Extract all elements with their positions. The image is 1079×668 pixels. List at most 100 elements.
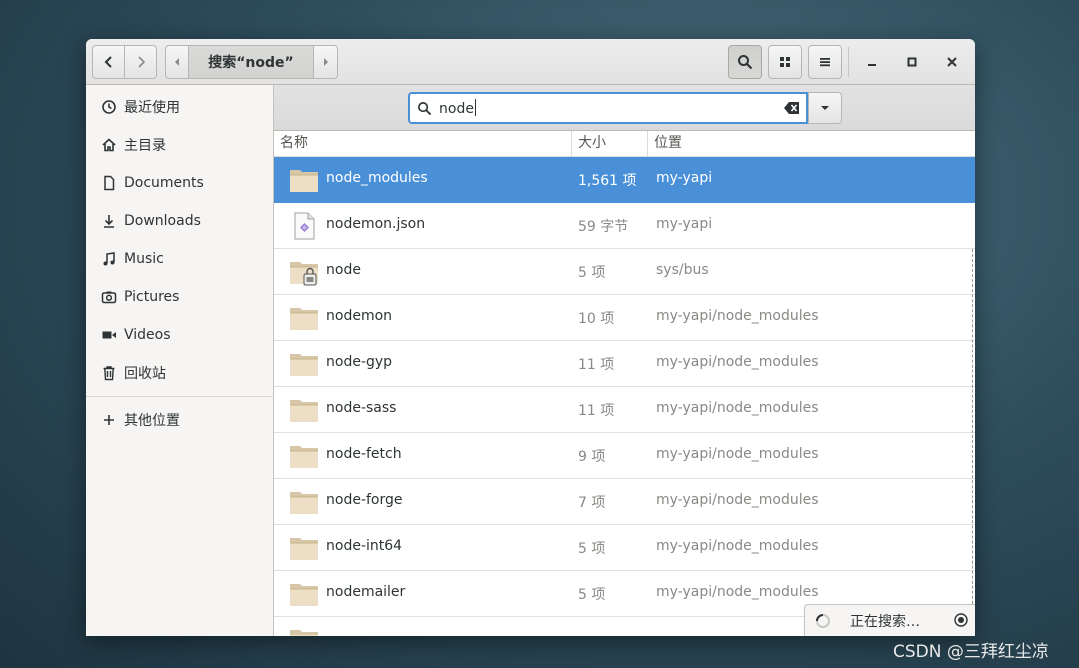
sidebar-item-pictures[interactable]: Pictures bbox=[86, 279, 274, 315]
search-bar: node bbox=[274, 85, 975, 131]
menu-button[interactable] bbox=[808, 45, 842, 79]
file-location: sys/bus bbox=[656, 262, 709, 278]
file-size: 5 项 bbox=[578, 541, 606, 557]
file-location: my-yapi bbox=[656, 170, 713, 186]
document-icon bbox=[100, 174, 118, 192]
minimize-button[interactable] bbox=[859, 49, 885, 75]
file-name: node-sass bbox=[326, 400, 397, 416]
file-location: my-yapi/node_modules bbox=[656, 400, 819, 416]
search-toggle-button[interactable] bbox=[728, 45, 762, 79]
search-input-value: node bbox=[439, 99, 476, 117]
sidebar-item-label: 其他位置 bbox=[124, 413, 180, 429]
sidebar-item-recent[interactable]: 最近使用 bbox=[86, 89, 274, 125]
triangle-right-icon bbox=[323, 58, 328, 66]
folder-icon bbox=[290, 492, 318, 514]
table-row[interactable]: node-gyp 11 项 my-yapi/node_modules bbox=[274, 341, 975, 387]
grid-icon bbox=[780, 57, 790, 67]
stop-search-icon[interactable] bbox=[954, 613, 968, 627]
column-size-header[interactable]: 大小 bbox=[572, 131, 648, 157]
sidebar-item-trash[interactable]: 回收站 bbox=[86, 355, 274, 391]
sidebar-item-label: 最近使用 bbox=[124, 100, 180, 116]
table-row[interactable]: node-forge 7 项 my-yapi/node_modules bbox=[274, 479, 975, 525]
table-row[interactable]: node 5 项 sys/bus bbox=[274, 249, 975, 295]
file-name: node-forge bbox=[326, 492, 403, 508]
back-button[interactable] bbox=[92, 45, 125, 79]
sidebar-item-label: Pictures bbox=[124, 289, 180, 305]
file-name: node-gyp bbox=[326, 354, 393, 370]
column-name-header[interactable]: 名称 bbox=[274, 131, 572, 157]
header-bar: 搜索“node” bbox=[86, 39, 975, 85]
table-row[interactable]: nodemon 10 项 my-yapi/node_modules bbox=[274, 295, 975, 341]
file-size: 1,561 项 bbox=[578, 173, 637, 189]
file-size: 11 项 bbox=[578, 403, 615, 419]
sidebar-item-other-locations[interactable]: 其他位置 bbox=[86, 402, 274, 438]
clear-text-icon[interactable] bbox=[783, 100, 801, 116]
file-location: my-yapi/node_modules bbox=[656, 354, 819, 370]
file-location: my-yapi/node_modules bbox=[656, 492, 819, 508]
header-separator bbox=[848, 47, 849, 77]
forward-button[interactable] bbox=[124, 45, 157, 79]
close-button[interactable] bbox=[939, 49, 965, 75]
table-row[interactable]: node-int64 5 项 my-yapi/node_modules bbox=[274, 525, 975, 571]
list-drop-edge bbox=[972, 249, 973, 636]
sidebar-item-music[interactable]: Music bbox=[86, 241, 274, 277]
folder-icon bbox=[290, 354, 318, 376]
music-icon bbox=[100, 250, 118, 268]
table-row[interactable]: nodemon.json 59 字节 my-yapi bbox=[274, 203, 975, 249]
table-row[interactable]: node-fetch 9 项 my-yapi/node_modules bbox=[274, 433, 975, 479]
file-size: 10 项 bbox=[578, 311, 615, 327]
search-options-dropdown[interactable] bbox=[808, 92, 842, 124]
triangle-left-icon bbox=[175, 58, 179, 66]
path-search-segment[interactable]: 搜索“node” bbox=[188, 45, 314, 79]
table-row[interactable]: node-sass 11 项 my-yapi/node_modules bbox=[274, 387, 975, 433]
file-name: node-int64 bbox=[326, 538, 403, 554]
hamburger-menu-icon bbox=[820, 58, 830, 67]
path-search-label: 搜索“node” bbox=[208, 55, 294, 71]
path-scroll-right-button[interactable] bbox=[313, 45, 338, 79]
file-location: my-yapi/node_modules bbox=[656, 538, 819, 554]
camera-icon bbox=[100, 288, 118, 306]
sidebar-item-label: Music bbox=[124, 251, 164, 267]
path-bar: 搜索“node” bbox=[165, 45, 338, 79]
folder-icon bbox=[290, 584, 318, 606]
maximize-button[interactable] bbox=[899, 49, 925, 75]
file-size: 59 字节 bbox=[578, 219, 629, 235]
file-name: node bbox=[326, 262, 361, 278]
file-name: nodemon.json bbox=[326, 216, 426, 232]
folder-icon bbox=[290, 630, 318, 636]
search-input[interactable]: node bbox=[408, 92, 808, 124]
sidebar-item-home[interactable]: 主目录 bbox=[86, 127, 274, 163]
spinner-icon bbox=[816, 614, 830, 628]
sidebar-item-label: 主目录 bbox=[124, 138, 166, 154]
chevron-left-icon bbox=[104, 56, 112, 68]
search-icon bbox=[738, 55, 753, 70]
path-scroll-left-button[interactable] bbox=[165, 45, 189, 79]
sidebar-separator bbox=[86, 396, 274, 397]
download-icon bbox=[100, 212, 118, 230]
file-manager-window: 搜索“node” 最近使用 主目录 Documents Downloads Mu… bbox=[86, 39, 975, 636]
sidebar-item-documents[interactable]: Documents bbox=[86, 165, 274, 201]
sidebar-item-videos[interactable]: Videos bbox=[86, 317, 274, 353]
file-location: my-yapi bbox=[656, 216, 713, 232]
file-size: 7 项 bbox=[578, 495, 606, 511]
sidebar-item-label: 回收站 bbox=[124, 366, 166, 382]
sidebar-item-label: Documents bbox=[124, 175, 204, 191]
file-size: 11 项 bbox=[578, 357, 615, 373]
file-name: node_modules bbox=[326, 170, 428, 186]
chevron-right-icon bbox=[137, 56, 145, 68]
home-icon bbox=[100, 136, 118, 154]
column-location-header[interactable]: 位置 bbox=[648, 131, 975, 157]
trash-icon bbox=[100, 364, 118, 382]
locked-folder-icon bbox=[290, 262, 318, 286]
grid-view-button[interactable] bbox=[768, 45, 802, 79]
table-row[interactable]: node_modules 1,561 项 my-yapi bbox=[274, 157, 975, 203]
chevron-down-icon bbox=[821, 106, 829, 110]
column-header: 名称 大小 位置 bbox=[274, 131, 975, 157]
file-name: nodemon bbox=[326, 308, 393, 324]
folder-icon bbox=[290, 400, 318, 422]
file-size: 5 项 bbox=[578, 265, 606, 281]
maximize-icon bbox=[907, 57, 917, 67]
file-location: my-yapi/node_modules bbox=[656, 446, 819, 462]
file-location: my-yapi/node_modules bbox=[656, 308, 819, 324]
sidebar-item-downloads[interactable]: Downloads bbox=[86, 203, 274, 239]
